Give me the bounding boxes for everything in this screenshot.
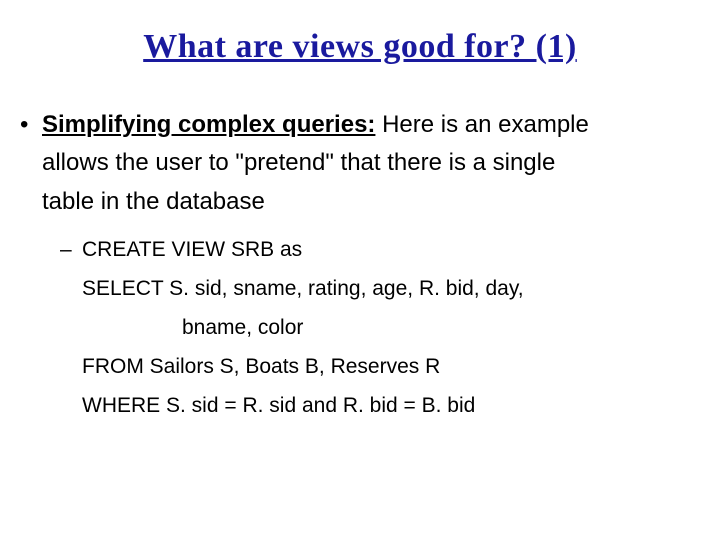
bullet-level-1: •Simplifying complex queries: Here is an… — [20, 106, 700, 221]
sql-block: CREATE VIEW SRB as SELECT S. sid, sname,… — [82, 231, 672, 425]
slide: What are views good for? (1) •Simplifyin… — [0, 28, 720, 540]
bullet-content: Simplifying complex queries: Here is an … — [42, 106, 692, 221]
bullet-marker: – — [60, 231, 82, 270]
bullet-text-2: allows the user to "pretend" that there … — [42, 149, 555, 176]
sql-line-5: WHERE S. sid = R. sid and R. bid = B. bi… — [82, 394, 475, 417]
bullet-marker: • — [20, 106, 42, 144]
bullet-text-3: table in the database — [42, 188, 265, 215]
sql-line-3: bname, color — [182, 316, 303, 339]
sql-line-4: FROM Sailors S, Boats B, Reserves R — [82, 355, 440, 378]
slide-title: What are views good for? (1) — [0, 28, 720, 66]
sql-line-2: SELECT S. sid, sname, rating, age, R. bi… — [82, 277, 524, 300]
bullet-level-2: –CREATE VIEW SRB as SELECT S. sid, sname… — [60, 231, 700, 425]
sql-line-1: CREATE VIEW SRB as — [82, 238, 302, 261]
bullet-text-1: Here is an example — [375, 111, 588, 138]
bullet-lead: Simplifying complex queries: — [42, 111, 375, 138]
